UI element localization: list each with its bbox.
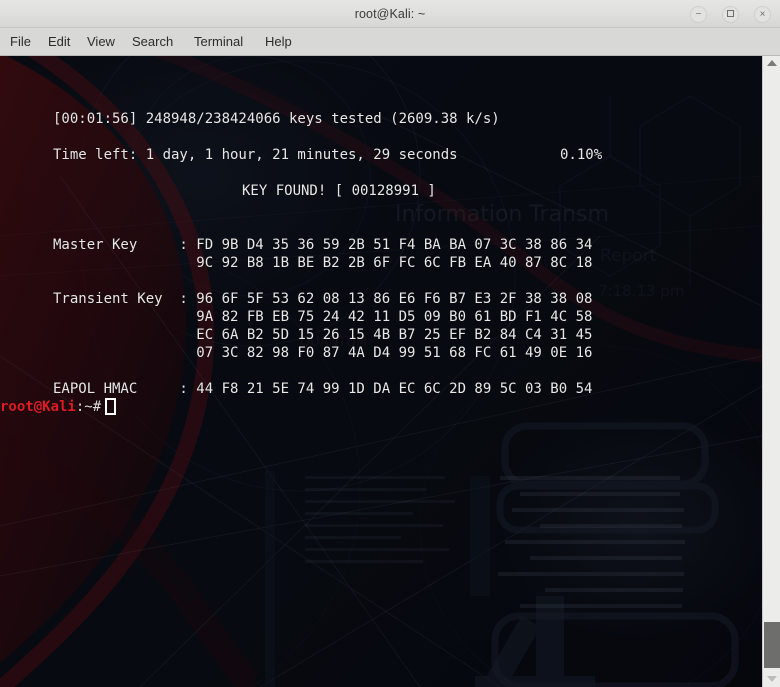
- menu-bar: File Edit View Search Terminal Help: [0, 28, 780, 56]
- terminal-window: root@Kali: ~ − × File Edit View Search T…: [0, 0, 780, 687]
- prompt-sigil: #: [92, 399, 102, 415]
- minimize-icon: −: [695, 9, 702, 20]
- transient-key-row-1: Transient Key : 96 6F 5F 53 62 08 13 86 …: [53, 291, 593, 307]
- scroll-down-arrow-icon[interactable]: [763, 672, 780, 687]
- status-line: [00:01:56] 248948/238424066 keys tested …: [53, 111, 500, 127]
- menu-item-search[interactable]: Search: [130, 28, 175, 55]
- master-key-row-1: Master Key : FD 9B D4 35 36 59 2B 51 F4 …: [53, 237, 593, 253]
- scroll-up-arrow-icon[interactable]: [763, 56, 780, 71]
- triangle-up-icon: [766, 60, 777, 66]
- close-icon: ×: [759, 9, 766, 20]
- menu-item-file[interactable]: File: [8, 28, 33, 55]
- menu-item-edit[interactable]: Edit: [46, 28, 72, 55]
- maximize-icon: [727, 9, 734, 17]
- minimize-button[interactable]: −: [690, 6, 707, 23]
- maximize-button[interactable]: [722, 6, 739, 23]
- terminal-output: [00:01:56] 248948/238424066 keys tested …: [0, 56, 762, 687]
- menu-item-terminal[interactable]: Terminal: [192, 28, 245, 55]
- transient-key-row-3: EC 6A B2 5D 15 26 15 4B B7 25 EF B2 84 C…: [53, 327, 593, 343]
- window-title: root@Kali: ~: [354, 7, 426, 21]
- prompt-user-host: root@Kali: [0, 399, 76, 415]
- eapol-hmac-row: EAPOL HMAC : 44 F8 21 5E 74 99 1D DA EC …: [53, 381, 593, 397]
- transient-key-row-2: 9A 82 FB EB 75 24 42 11 D5 09 B0 61 BD F…: [53, 309, 593, 325]
- master-key-row-2: 9C 92 B8 1B BE B2 2B 6F FC 6C FB EA 40 8…: [53, 255, 593, 271]
- transient-key-row-4: 07 3C 82 98 F0 87 4A D4 99 51 68 FC 61 4…: [53, 345, 593, 361]
- triangle-down-icon: [766, 676, 777, 682]
- progress-percent: 0.10%: [560, 147, 603, 163]
- menu-item-help[interactable]: Help: [263, 28, 294, 55]
- time-left-line: Time left: 1 day, 1 hour, 21 minutes, 29…: [53, 147, 458, 163]
- terminal-screen[interactable]: Information Transm Report 7:18.13 pm QUA…: [0, 56, 762, 687]
- title-bar: root@Kali: ~ − ×: [0, 0, 780, 28]
- close-button[interactable]: ×: [754, 6, 771, 23]
- text-cursor: [105, 398, 117, 415]
- prompt-path: ~: [84, 399, 93, 415]
- shell-prompt-line[interactable]: root@Kali:~#: [0, 398, 117, 416]
- menu-item-view[interactable]: View: [85, 28, 117, 55]
- key-found-line: KEY FOUND! [ 00128991 ]: [242, 183, 436, 199]
- scrollbar-thumb[interactable]: [764, 622, 780, 668]
- terminal-scrollbar[interactable]: [762, 56, 780, 687]
